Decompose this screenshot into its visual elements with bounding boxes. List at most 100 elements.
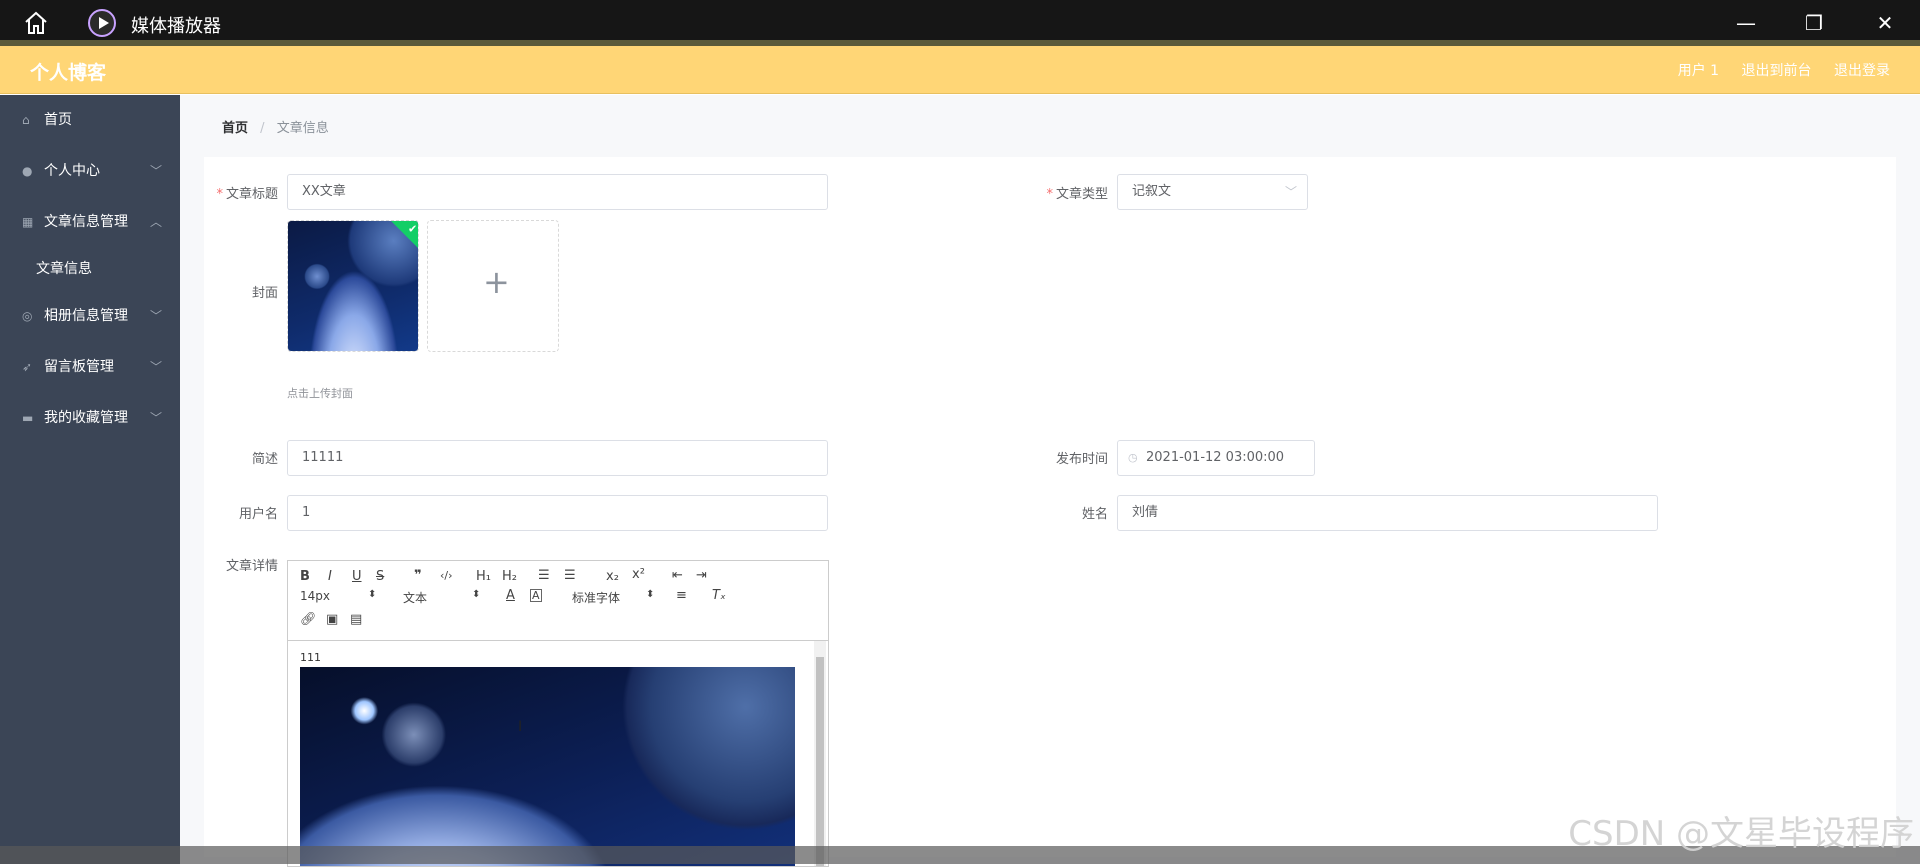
strikethrough-icon[interactable]: S (376, 569, 384, 584)
cover-hint: 点击上传封面 (287, 387, 353, 400)
summary-label: 简述 (251, 452, 278, 467)
send-icon: ➶ (22, 360, 33, 374)
video-icon[interactable]: ▤ (350, 612, 362, 627)
check-icon: ✔ (408, 222, 418, 236)
sidebar-item-album-management[interactable]: ◎ 相册信息管理 ﹀ (0, 291, 180, 342)
subscript-icon[interactable]: x₂ (606, 569, 619, 584)
article-detail-label: 文章详情 (225, 559, 278, 574)
font-family-select[interactable]: 标准字体 (572, 589, 620, 606)
sidebar-item-personal-center[interactable]: ● 个人中心 ﹀ (0, 146, 180, 197)
editor-embedded-image[interactable] (300, 667, 795, 866)
blockquote-icon[interactable]: ❞ (414, 568, 422, 583)
font-size-arrows-icon: ⬍ (368, 589, 377, 600)
window-title: 媒体播放器 (131, 16, 221, 37)
publish-time-picker[interactable]: ◷ 2021-01-12 03:00:00 (1117, 440, 1315, 476)
editor-content[interactable]: 111 I (288, 641, 828, 866)
home-icon[interactable] (22, 9, 50, 37)
brand-title: 个人博客 (30, 62, 107, 84)
logout-link[interactable]: 退出登录 (1834, 63, 1890, 79)
heading2-icon[interactable]: H₂ (502, 569, 517, 584)
sidebar-item-label: 我的收藏管理 (44, 410, 128, 426)
cover-image[interactable]: ✔ (287, 220, 419, 352)
text-cursor-icon: I (518, 719, 523, 735)
heading1-icon[interactable]: H₁ (476, 569, 491, 584)
article-type-select[interactable]: 记叙文 ﹀ (1117, 174, 1308, 210)
grid-icon: ▦ (22, 215, 34, 229)
editor-scrollbar[interactable] (814, 641, 826, 866)
ordered-list-icon[interactable]: ☰ (538, 568, 550, 583)
article-type-value: 记叙文 (1132, 184, 1172, 199)
article-form: * 文章标题 XX文章 * 文章类型 记叙文 ﹀ 封面 ✔ + 点击上传封面 简述 … (204, 157, 1896, 867)
bullet-list-icon[interactable]: ☰ (564, 568, 576, 583)
header-links: 用户 1 退出到前台 退出登录 (1660, 60, 1890, 80)
editor-toolbar: B I U S ❞ ‹/› H₁ H₂ ☰ ☰ x₂ x² ⇤ ⇥ 14px ⬍… (288, 561, 828, 641)
back-to-front-link[interactable]: 退出到前台 (1742, 63, 1812, 79)
rich-text-editor: B I U S ❞ ‹/› H₁ H₂ ☰ ☰ x₂ x² ⇤ ⇥ 14px ⬍… (287, 560, 829, 867)
code-icon[interactable]: ‹/› (440, 569, 453, 582)
sidebar-item-label: 留言板管理 (44, 359, 114, 375)
user-icon: ● (22, 164, 33, 178)
csdn-watermark: CSDN @文星毕设程序 (1568, 814, 1914, 854)
media-player-logo-icon (88, 9, 116, 37)
align-icon[interactable]: ≡ (676, 588, 687, 603)
sidebar-item-label: 相册信息管理 (44, 308, 128, 324)
username-input[interactable]: 1 (287, 495, 828, 531)
font-family-arrows-icon: ⬍ (646, 589, 655, 600)
article-title-input[interactable]: XX文章 (287, 174, 828, 210)
app-header: 个人博客 用户 1 退出到前台 退出登录 (0, 46, 1920, 94)
italic-icon[interactable]: I (328, 569, 332, 584)
background-color-icon[interactable]: A (530, 589, 542, 602)
clock-icon: ◷ (1128, 451, 1138, 464)
block-format-select[interactable]: 文本 (403, 589, 427, 606)
sidebar: ⌂ 首页 ● 个人中心 ﹀ ▦ 文章信息管理 ︿ 文章信息 ◎ 相册信息管理 ﹀… (0, 95, 180, 864)
indent-icon[interactable]: ⇥ (696, 568, 707, 583)
username-label: 用户名 (238, 507, 278, 522)
close-icon[interactable]: ✕ (1872, 10, 1898, 36)
home-icon: ⌂ (22, 113, 30, 127)
sidebar-item-home[interactable]: ⌂ 首页 (0, 95, 180, 146)
main-content: 首页 / 文章信息 * 文章标题 XX文章 * 文章类型 记叙文 ﹀ 封面 ✔ + … (180, 95, 1920, 867)
sidebar-item-label: 文章信息管理 (44, 214, 128, 230)
superscript-icon[interactable]: x² (632, 567, 645, 582)
article-title-label: * 文章标题 (216, 187, 278, 202)
publish-time-label: 发布时间 (1055, 452, 1108, 467)
chevron-down-icon: ﹀ (149, 411, 162, 425)
breadcrumb-separator: / (260, 121, 265, 136)
restore-icon[interactable]: ❐ (1801, 10, 1827, 36)
breadcrumb-current: 文章信息 (276, 121, 329, 136)
publish-time-value: 2021-01-12 03:00:00 (1146, 450, 1285, 465)
chat-icon: ▬ (22, 411, 34, 425)
editor-text: 111 (300, 651, 321, 664)
real-name-input[interactable]: 刘倩 (1117, 495, 1658, 531)
sidebar-item-label: 个人中心 (44, 163, 100, 179)
link-icon[interactable]: 🔗︎ (300, 612, 317, 627)
outdent-icon[interactable]: ⇤ (672, 568, 683, 583)
compass-icon: ◎ (22, 309, 33, 323)
clear-format-icon[interactable]: Tₓ (712, 588, 726, 603)
summary-input[interactable]: 11111 (287, 440, 828, 476)
scrollbar-thumb[interactable] (816, 657, 824, 866)
sidebar-item-favorites[interactable]: ▬ 我的收藏管理 ﹀ (0, 393, 180, 444)
breadcrumb: 首页 / 文章信息 (222, 117, 329, 136)
sidebar-item-message-board[interactable]: ➶ 留言板管理 ﹀ (0, 342, 180, 393)
image-icon[interactable]: ▣ (326, 612, 338, 627)
chevron-down-icon: ﹀ (149, 309, 162, 323)
real-name-label: 姓名 (1081, 507, 1108, 522)
user-link[interactable]: 用户 1 (1678, 63, 1719, 79)
font-color-icon[interactable]: A (506, 588, 515, 603)
article-type-label: * 文章类型 (1046, 187, 1108, 202)
chevron-down-icon: ﹀ (1284, 185, 1297, 199)
breadcrumb-home[interactable]: 首页 (222, 121, 248, 136)
cover-thumbnail (288, 221, 418, 351)
sidebar-item-label: 首页 (44, 112, 72, 128)
chevron-down-icon: ﹀ (149, 360, 162, 374)
bold-icon[interactable]: B (300, 569, 310, 584)
underline-icon[interactable]: U (352, 569, 362, 584)
sidebar-item-article-info[interactable]: 文章信息 (0, 248, 180, 291)
sidebar-item-article-management[interactable]: ▦ 文章信息管理 ︿ (0, 197, 180, 248)
cover-label: 封面 (251, 286, 278, 301)
sidebar-item-label: 文章信息 (36, 261, 92, 277)
font-size-select[interactable]: 14px (300, 589, 330, 603)
minimize-icon[interactable]: — (1733, 10, 1759, 36)
cover-upload-button[interactable]: + (427, 220, 559, 352)
